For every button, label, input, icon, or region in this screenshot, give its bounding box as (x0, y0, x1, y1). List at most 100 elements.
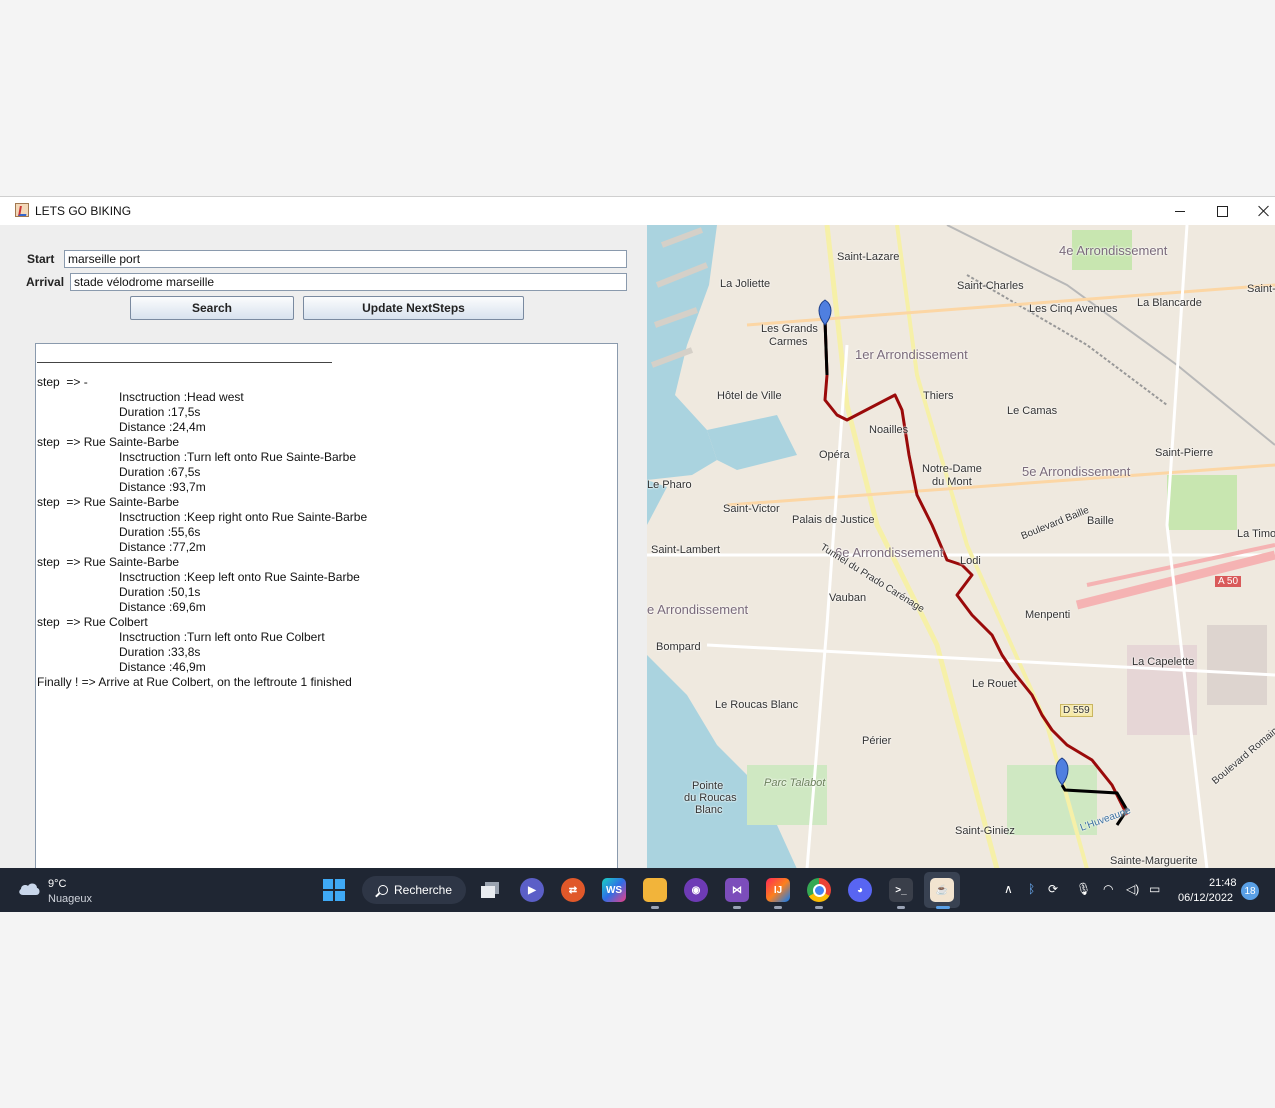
running-indicator (774, 906, 782, 909)
arrival-input[interactable] (70, 273, 627, 291)
output-step-line: Finally ! => Arrive at Rue Colbert, on t… (37, 675, 352, 689)
running-indicator (897, 906, 905, 909)
sync-icon[interactable]: ⟳ (1048, 882, 1058, 896)
close-button[interactable] (1242, 197, 1275, 225)
separator-line (37, 362, 332, 363)
arrival-label: Arrival (26, 275, 65, 289)
output-detail-line: Insctruction :Turn left onto Rue Colbert (119, 630, 325, 644)
output-detail-line: Duration :33,8s (119, 645, 201, 659)
map-label-lodi: Lodi (960, 555, 981, 567)
map-label-le-rouet: Le Rouet (972, 678, 1017, 690)
file-explorer-icon[interactable] (643, 878, 667, 902)
update-nextsteps-button[interactable]: Update NextSteps (303, 296, 524, 320)
task-view-icon[interactable] (479, 878, 503, 902)
running-indicator (733, 906, 741, 909)
map-label-blanc: Blanc (695, 804, 723, 816)
taskbar-search-label: Recherche (394, 883, 453, 897)
app-window: LETS GO BIKING Start Arrival Search Upda… (0, 196, 1275, 869)
maximize-button[interactable] (1200, 197, 1244, 225)
output-step-line: step => Rue Sainte-Barbe (37, 435, 180, 449)
clock-time[interactable]: 21:48 (1209, 877, 1237, 889)
map-label-saint-giniez: Saint-Giniez (955, 825, 1015, 837)
map-label-sainte-marguerite: Sainte-Marguerite (1110, 855, 1198, 867)
output-detail-line: Distance :69,6m (119, 600, 206, 614)
map-canvas (647, 225, 1275, 869)
teams-chat-icon[interactable]: ▶ (520, 878, 544, 902)
output-step-line: step => Rue Sainte-Barbe (37, 495, 180, 509)
bluetooth-icon[interactable]: ᛒ (1028, 882, 1035, 896)
map-label-bompard: Bompard (656, 641, 701, 653)
microphone-icon[interactable]: 🎙 (1076, 882, 1091, 896)
weather-description[interactable]: Nuageux (48, 893, 92, 905)
map-label-la-joliette: La Joliette (720, 278, 771, 290)
battery-icon[interactable]: ▭ (1149, 882, 1160, 896)
map-label-vauban: Vauban (829, 592, 867, 604)
map-label-saint-lambert: Saint-Lambert (651, 544, 721, 556)
java-app-icon[interactable]: ☕ (930, 878, 954, 902)
output-detail-line: Insctruction :Keep right onto Rue Sainte… (119, 510, 368, 524)
window-title: LETS GO BIKING (35, 204, 132, 218)
minimize-button[interactable] (1158, 197, 1202, 225)
terminal-icon[interactable]: >_ (889, 878, 913, 902)
windows-taskbar: 9°C Nuageux Recherche ▶ ⇄ WS ◉ ⋈ IJ ◕ >_… (0, 868, 1275, 912)
cloud-icon[interactable] (17, 880, 41, 896)
output-detail-line: Insctruction :Keep left onto Rue Sainte-… (119, 570, 360, 584)
github-desktop-icon[interactable]: ◉ (684, 878, 708, 902)
map-label-baille: Baille (1087, 515, 1114, 527)
map-label-parc-talabot: Parc Talabot (764, 777, 826, 789)
output-step-line: step => - (37, 375, 88, 389)
map-label-thiers: Thiers (923, 390, 954, 402)
map-label-blancarde: La Blancarde (1137, 297, 1202, 309)
notification-badge[interactable]: 18 (1241, 882, 1259, 900)
visual-studio-icon[interactable]: ⋈ (725, 878, 749, 902)
active-indicator (936, 906, 950, 909)
map-label-notre-dame: Notre-Dame (922, 463, 982, 475)
search-button[interactable]: Search (130, 296, 294, 320)
directions-output[interactable]: step => - Insctruction :Head west Duration… (35, 343, 618, 869)
output-detail-line: Duration :17,5s (119, 405, 201, 419)
java-app-icon (15, 203, 29, 217)
discord-icon[interactable]: ◕ (848, 878, 872, 902)
git-remote-icon[interactable]: ⇄ (561, 878, 585, 902)
output-step-line: step => Rue Colbert (37, 615, 148, 629)
start-label: Start (27, 252, 55, 266)
map-label-du-mont: du Mont (932, 476, 972, 488)
map-label-timone: La Timo (1237, 528, 1275, 540)
map-label-saint-charles: Saint-Charles (957, 280, 1024, 292)
control-panel: Start Arrival Search Update NextSteps st… (8, 225, 647, 869)
map-label-capelette: La Capelette (1132, 656, 1195, 668)
output-detail-line: Distance :24,4m (119, 420, 206, 434)
output-detail-line: Duration :55,6s (119, 525, 201, 539)
taskbar-search-button[interactable]: Recherche (362, 876, 466, 904)
webstorm-icon[interactable]: WS (602, 878, 626, 902)
minimize-icon (1175, 210, 1185, 212)
intellij-icon[interactable]: IJ (766, 878, 790, 902)
windows-start-icon[interactable] (322, 878, 346, 902)
start-input[interactable] (64, 250, 627, 268)
map-label-palais-justice: Palais de Justice (792, 514, 875, 526)
maximize-icon (1216, 205, 1228, 217)
map-label-pointe: Pointe (692, 780, 724, 792)
volume-icon[interactable]: ◁) (1126, 882, 1139, 896)
weather-temperature[interactable]: 9°C (48, 878, 66, 890)
map-label-carmes: Carmes (769, 336, 808, 348)
map-label-arr6: 6e Arrondissement (835, 545, 944, 560)
route-map[interactable]: Saint-Lazare 4e Arrondissement Saint-Cha… (647, 225, 1275, 869)
output-detail-line: Distance :93,7m (119, 480, 206, 494)
wifi-icon[interactable]: ◠ (1103, 882, 1113, 896)
chrome-icon[interactable] (807, 878, 831, 902)
map-label-saint-lazare: Saint-Lazare (837, 251, 900, 263)
map-label-arr4: 4e Arrondissement (1059, 243, 1168, 258)
output-detail-line: Insctruction :Head west (119, 390, 244, 404)
chevron-up-icon[interactable]: ∧ (1004, 882, 1013, 896)
search-icon (378, 885, 388, 895)
map-label-a50: A 50 (1215, 576, 1242, 587)
map-label-saint: Saint- (1247, 283, 1275, 295)
output-detail-line: Distance :77,2m (119, 540, 206, 554)
map-label-roucas-blanc: Le Roucas Blanc (715, 699, 799, 711)
map-label-arr1: 1er Arrondissement (855, 347, 968, 362)
clock-date[interactable]: 06/12/2022 (1178, 892, 1233, 904)
title-bar: LETS GO BIKING (0, 197, 1275, 225)
map-label-saint-victor: Saint-Victor (723, 503, 780, 515)
map-label-noailles: Noailles (869, 424, 909, 436)
